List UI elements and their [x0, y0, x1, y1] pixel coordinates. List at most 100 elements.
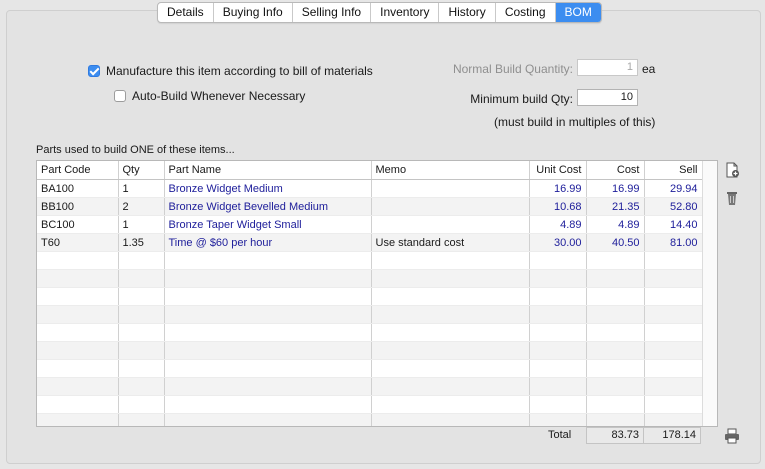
table-cell[interactable]	[529, 359, 587, 378]
table-cell[interactable]: T60	[37, 233, 119, 252]
table-cell[interactable]: 1	[118, 215, 165, 234]
table-row[interactable]: BA100 1 Bronze Widget Medium 16.99 16.99 29.9…	[37, 179, 703, 198]
table-cell[interactable]	[644, 323, 703, 342]
table-cell[interactable]: 52.80	[644, 197, 703, 216]
table-cell[interactable]	[37, 305, 119, 324]
min-build-qty-field[interactable]: 10	[577, 89, 638, 106]
table-cell[interactable]	[371, 305, 530, 324]
table-cell[interactable]	[586, 359, 645, 378]
table-cell[interactable]: 1	[118, 179, 165, 198]
table-cell[interactable]	[371, 395, 530, 414]
table-cell[interactable]	[529, 305, 587, 324]
table-cell[interactable]	[371, 323, 530, 342]
column-header-memo[interactable]: Memo	[371, 161, 530, 180]
empty-table-row[interactable]	[37, 251, 703, 270]
column-header-qty[interactable]: Qty	[118, 161, 165, 180]
table-cell[interactable]	[164, 305, 372, 324]
table-cell[interactable]: 81.00	[644, 233, 703, 252]
table-cell[interactable]	[644, 305, 703, 324]
table-cell[interactable]	[164, 341, 372, 360]
add-document-icon[interactable]	[724, 162, 740, 178]
table-cell[interactable]	[586, 413, 645, 426]
column-header-part-code[interactable]: Part Code	[37, 161, 119, 180]
table-cell[interactable]: 21.35	[586, 197, 645, 216]
column-header-part-name[interactable]: Part Name	[164, 161, 372, 180]
table-cell[interactable]: Bronze Widget Medium	[164, 179, 372, 198]
printer-icon[interactable]	[724, 428, 740, 444]
table-cell[interactable]: Bronze Widget Bevelled Medium	[164, 197, 372, 216]
trash-icon[interactable]	[724, 190, 740, 206]
column-header-cost[interactable]: Cost	[586, 161, 645, 180]
table-cell[interactable]	[371, 359, 530, 378]
table-cell[interactable]: Time @ $60 per hour	[164, 233, 372, 252]
table-cell[interactable]	[586, 287, 645, 306]
empty-table-row[interactable]	[37, 287, 703, 306]
table-cell[interactable]	[37, 287, 119, 306]
table-cell[interactable]: BB100	[37, 197, 119, 216]
tab-details[interactable]: Details	[158, 3, 214, 22]
table-cell[interactable]	[164, 251, 372, 270]
table-cell[interactable]	[529, 269, 587, 288]
table-cell[interactable]	[37, 395, 119, 414]
manufacture-checkbox[interactable]	[88, 65, 100, 77]
table-cell[interactable]	[644, 395, 703, 414]
table-cell[interactable]	[164, 359, 372, 378]
table-cell[interactable]	[586, 305, 645, 324]
table-cell[interactable]	[529, 251, 587, 270]
table-cell[interactable]	[118, 395, 165, 414]
table-cell[interactable]	[529, 341, 587, 360]
table-cell[interactable]	[586, 269, 645, 288]
table-cell[interactable]: 40.50	[586, 233, 645, 252]
table-cell[interactable]	[644, 341, 703, 360]
table-cell[interactable]	[586, 377, 645, 396]
tab-costing[interactable]: Costing	[496, 3, 556, 22]
table-cell[interactable]	[586, 251, 645, 270]
table-cell[interactable]	[371, 197, 530, 216]
table-cell[interactable]: 4.89	[586, 215, 645, 234]
normal-build-qty-field[interactable]: 1	[577, 59, 638, 76]
table-cell[interactable]	[644, 413, 703, 426]
table-cell[interactable]	[37, 359, 119, 378]
table-row[interactable]: BB100 2 Bronze Widget Bevelled Medium 10.68…	[37, 197, 703, 216]
empty-table-row[interactable]	[37, 359, 703, 378]
table-cell[interactable]: BC100	[37, 215, 119, 234]
table-cell[interactable]	[164, 269, 372, 288]
table-cell[interactable]	[164, 395, 372, 414]
table-cell[interactable]	[644, 269, 703, 288]
table-cell[interactable]	[118, 413, 165, 426]
tab-history[interactable]: History	[439, 3, 496, 22]
table-cell[interactable]	[37, 269, 119, 288]
table-cell[interactable]	[371, 215, 530, 234]
empty-table-row[interactable]	[37, 377, 703, 396]
table-cell[interactable]	[118, 269, 165, 288]
table-cell[interactable]	[118, 305, 165, 324]
table-cell[interactable]	[37, 413, 119, 426]
table-cell[interactable]	[37, 341, 119, 360]
table-row[interactable]: BC100 1 Bronze Taper Widget Small 4.89 4.89 1…	[37, 215, 703, 234]
table-cell[interactable]	[586, 395, 645, 414]
empty-table-row[interactable]	[37, 341, 703, 360]
table-cell[interactable]	[371, 413, 530, 426]
empty-table-row[interactable]	[37, 413, 703, 426]
table-cell[interactable]	[529, 377, 587, 396]
table-cell[interactable]	[586, 341, 645, 360]
tab-bom[interactable]: BOM	[555, 3, 601, 22]
tab-buying-info[interactable]: Buying Info	[214, 3, 293, 22]
table-cell[interactable]	[37, 323, 119, 342]
table-cell[interactable]	[37, 377, 119, 396]
table-cell[interactable]	[644, 287, 703, 306]
table-cell[interactable]	[529, 287, 587, 306]
empty-table-row[interactable]	[37, 305, 703, 324]
table-cell[interactable]	[371, 269, 530, 288]
table-cell[interactable]	[529, 395, 587, 414]
table-cell[interactable]	[529, 323, 587, 342]
table-cell[interactable]	[118, 377, 165, 396]
table-cell[interactable]	[37, 251, 119, 270]
empty-table-row[interactable]	[37, 395, 703, 414]
table-cell[interactable]: 1.35	[118, 233, 165, 252]
table-cell[interactable]	[164, 377, 372, 396]
table-cell[interactable]: 16.99	[586, 179, 645, 198]
table-cell[interactable]: 4.89	[529, 215, 587, 234]
table-cell[interactable]	[644, 377, 703, 396]
table-cell[interactable]: Use standard cost	[371, 233, 530, 252]
